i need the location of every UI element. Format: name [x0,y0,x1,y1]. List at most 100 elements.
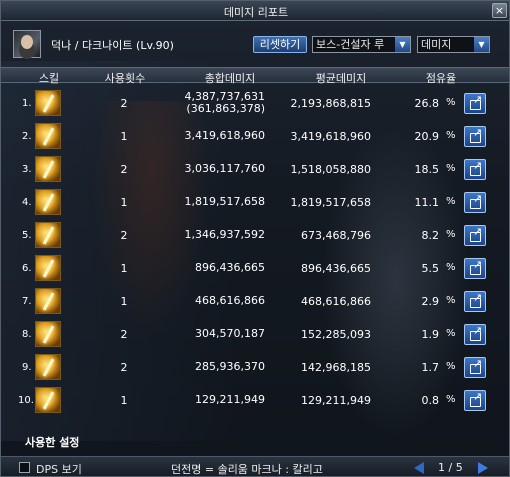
detail-button[interactable] [464,93,486,114]
skill-icon [35,255,61,281]
row-rank: 3. [22,164,32,175]
footer-bar: DPS 보기 던전명 = 솔리움 마크나 : 칼리고 1 / 5 [1,456,509,476]
row-rank: 9. [22,362,32,373]
table-header: 스킬 사용횟수 총합데미지 평균데미지 점유율 [1,67,509,85]
row-share: 26.8 [414,97,440,110]
row-total: 1,346,937,592 [184,228,265,241]
row-average: 1,518,058,880 [290,163,371,176]
close-button[interactable]: × [492,3,507,18]
row-share: 11.1 [414,196,440,209]
column-share: 점유율 [425,72,457,85]
skill-icon [35,123,61,149]
row-share-unit: % [446,262,456,273]
detail-button[interactable] [464,291,486,312]
row-total: 4,387,737,631 (361,863,378) [161,91,265,115]
row-average: 1,819,517,658 [290,196,371,209]
row-share: 1.9 [421,328,440,341]
row-share-unit: % [446,196,456,207]
row-share-unit: % [446,295,456,306]
row-total: 1,819,517,658 [184,195,265,208]
table-row: 1. 2 4,387,737,631 (361,863,378) 2,193,86… [1,87,509,121]
detail-button[interactable] [464,258,486,279]
column-average: 평균데미지 [315,72,367,85]
dps-checkbox[interactable] [19,462,30,473]
detail-button[interactable] [464,357,486,378]
skill-icon [35,222,61,248]
dps-checkbox-label[interactable]: DPS 보기 [36,461,82,476]
row-share-unit: % [446,97,456,108]
table-row: 6. 1 896,436,665 896,436,665 5.5 % [1,252,509,286]
row-share-unit: % [446,163,456,174]
character-avatar [13,30,41,58]
column-uses: 사용횟수 [104,72,146,85]
row-share: 18.5 [414,163,440,176]
detail-button[interactable] [464,390,486,411]
row-average: 3,419,618,960 [290,130,371,143]
row-uses: 2 [120,328,128,341]
detail-button[interactable] [464,225,486,246]
row-uses: 1 [120,295,128,308]
detail-button[interactable] [464,324,486,345]
next-page-button[interactable] [478,462,488,474]
row-total: 896,436,665 [195,261,265,274]
row-uses: 2 [120,97,128,110]
reset-button[interactable]: 리셋하기 [253,36,307,53]
row-average: 152,285,093 [301,328,371,341]
row-average: 896,436,665 [301,262,371,275]
chevron-down-icon[interactable]: ▼ [474,37,489,52]
row-total: 3,419,618,960 [184,129,265,142]
row-rank: 8. [22,329,32,340]
row-share: 1.7 [421,361,440,374]
metric-select[interactable]: 데미지 ▼ [417,36,490,53]
skill-icon [35,387,61,413]
table-row: 10. 1 129,211,949 129,211,949 0.8 % [1,384,509,418]
skill-icon [35,288,61,314]
row-uses: 2 [120,229,128,242]
row-total: 3,036,117,760 [184,162,265,175]
row-rank: 7. [22,296,32,307]
detail-button[interactable] [464,159,486,180]
row-share: 8.2 [421,229,440,242]
detail-button[interactable] [464,192,486,213]
row-average: 673,468,796 [301,229,371,242]
row-share-unit: % [446,130,456,141]
row-total: 304,570,187 [195,327,265,340]
title-bar[interactable]: 데미지 리포트 × [1,1,509,21]
skill-icon [35,189,61,215]
column-skill: 스킬 [38,72,60,85]
used-settings-label[interactable]: 사용한 설정 [25,434,79,450]
row-share: 5.5 [421,262,440,275]
row-share-unit: % [446,394,456,405]
row-share-unit: % [446,361,456,372]
column-total: 총합데미지 [204,72,256,85]
metric-select-value: 데미지 [421,38,452,51]
window-title: 데미지 리포트 [223,6,289,19]
detail-button[interactable] [464,126,486,147]
table-row: 7. 1 468,616,866 468,616,866 2.9 % [1,285,509,319]
row-rank: 6. [22,263,32,274]
row-share: 20.9 [414,130,440,143]
row-total: 468,616,866 [195,294,265,307]
row-uses: 1 [120,262,128,275]
row-share: 2.9 [421,295,440,308]
table-row: 9. 2 285,936,370 142,968,185 1.7 % [1,351,509,385]
skill-icon [35,354,61,380]
character-name: 덕나 / 다크나이트 (Lv.90) [51,39,174,52]
target-select[interactable]: 보스-건설자 루 ▼ [312,36,411,53]
row-uses: 1 [120,130,128,143]
row-average: 2,193,868,815 [290,97,371,110]
skill-icon [35,90,61,116]
table-row: 4. 1 1,819,517,658 1,819,517,658 11.1 % [1,186,509,220]
chevron-down-icon[interactable]: ▼ [395,37,410,52]
table-row: 3. 2 3,036,117,760 1,518,058,880 18.5 % [1,153,509,187]
row-average: 142,968,185 [301,361,371,374]
row-uses: 2 [120,361,128,374]
damage-report-window: 데미지 리포트 × 덕나 / 다크나이트 (Lv.90) 리셋하기 보스-건설자… [0,0,510,477]
row-share: 0.8 [421,394,440,407]
row-total: 129,211,949 [195,393,265,406]
previous-page-button[interactable] [414,462,424,474]
table-row: 5. 2 1,346,937,592 673,468,796 8.2 % [1,219,509,253]
row-rank: 4. [22,197,32,208]
row-uses: 1 [120,394,128,407]
row-total: 285,936,370 [195,360,265,373]
